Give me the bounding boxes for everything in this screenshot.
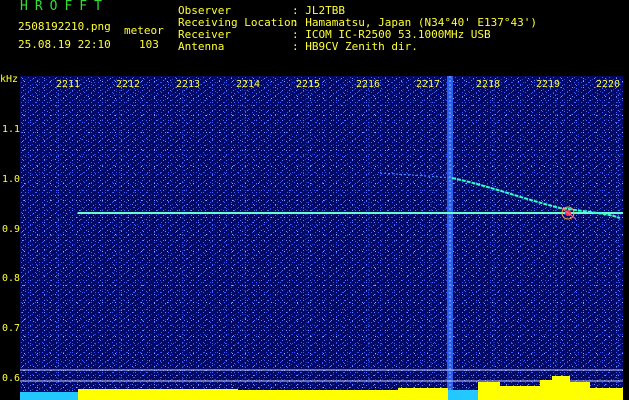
capture-count: 103	[139, 38, 159, 51]
spectrogram-panel	[20, 76, 623, 400]
y-tick-label: 0.8	[2, 273, 21, 284]
y-tick-label: 1.1	[2, 124, 21, 135]
capture-filename: 2508192210.png	[18, 20, 111, 33]
antenna-key: Antenna	[178, 40, 225, 53]
app-title: HROFFT	[20, 0, 109, 14]
noise-layer-3	[20, 76, 623, 400]
x-tick-label: 2216	[356, 79, 381, 90]
capture-category: meteor	[124, 24, 164, 37]
x-tick-label: 2220	[596, 79, 621, 90]
y-tick-label: 1.0	[2, 174, 21, 185]
x-tick-label: 2217	[416, 79, 441, 90]
y-axis-unit: kHz	[0, 74, 19, 85]
x-tick-label: 2211	[56, 79, 81, 90]
antenna-value: : HB9CV Zenith dir.	[292, 40, 418, 53]
x-tick-label: 2215	[296, 79, 321, 90]
hrofft-screen: HROFFT 2508192210.png meteor 25.08.19 22…	[0, 0, 629, 400]
x-tick-label: 2214	[236, 79, 261, 90]
spectrogram-graphic	[20, 76, 623, 400]
y-tick-label: 0.6	[2, 373, 21, 384]
x-tick-label: 2219	[536, 79, 561, 90]
x-tick-label: 2212	[116, 79, 141, 90]
capture-timestamp: 25.08.19 22:10	[18, 38, 111, 51]
y-tick-label: 0.7	[2, 323, 21, 334]
x-tick-label: 2218	[476, 79, 501, 90]
x-tick-label: 2213	[176, 79, 201, 90]
y-tick-label: 0.9	[2, 224, 21, 235]
